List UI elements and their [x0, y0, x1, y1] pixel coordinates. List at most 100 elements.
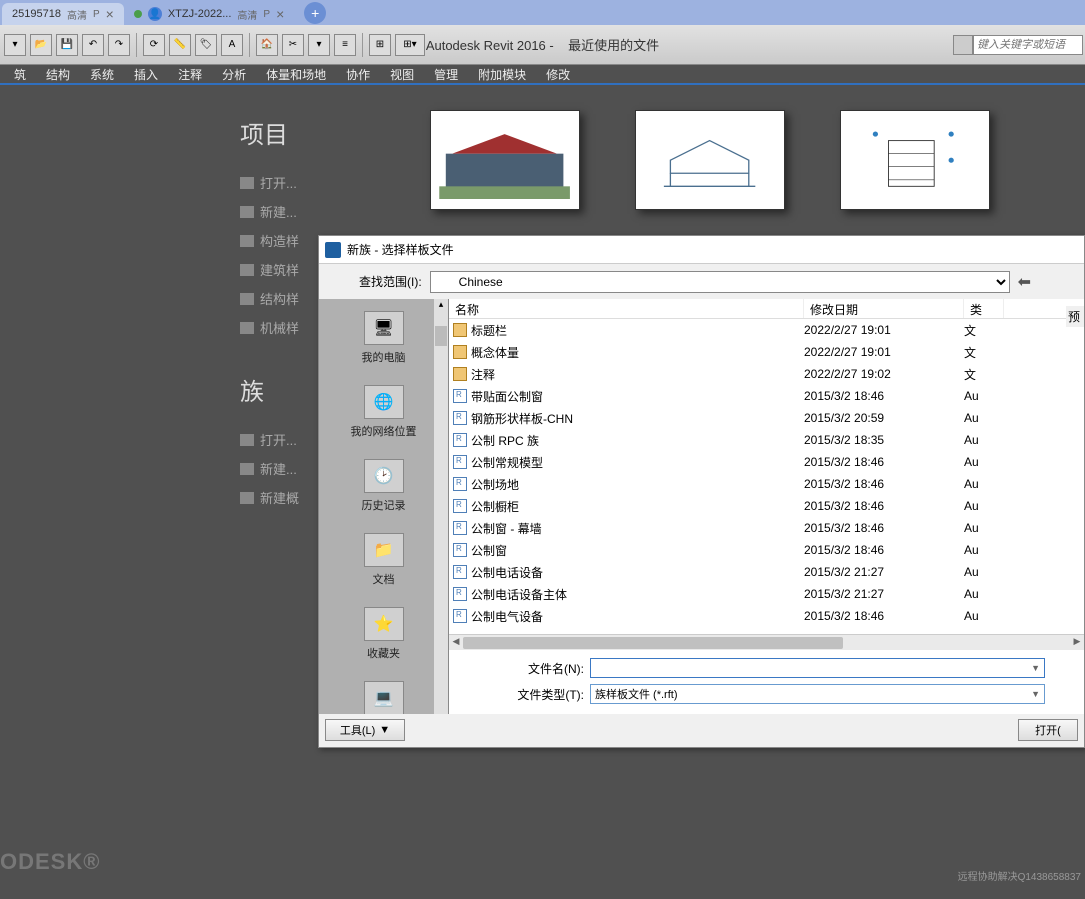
ribbon-tab[interactable]: 附加模块 [468, 64, 536, 85]
sidebar-desktop[interactable]: 💻桌面 [319, 669, 448, 714]
sidebar-favorites[interactable]: ⭐收藏夹 [319, 595, 448, 669]
browser-tab-1[interactable]: 25195718 高清 P × [2, 3, 124, 25]
column-name[interactable]: 名称 [449, 299, 804, 318]
network-icon: 🌐 [364, 385, 404, 419]
lookup-combo[interactable]: Chinese [430, 271, 1010, 293]
file-row[interactable]: 公制橱柜2015/3/2 18:46Au [449, 495, 1084, 517]
chevron-down-icon[interactable]: ▼ [1031, 663, 1040, 673]
back-icon[interactable]: ⬅ [1018, 272, 1038, 292]
file-row[interactable]: 公制常规模型2015/3/2 18:46Au [449, 451, 1084, 473]
tag-button[interactable]: 🏷 [195, 34, 217, 56]
sidebar-network[interactable]: 🌐我的网络位置 [319, 373, 448, 447]
tab-label: XTZJ-2022... [168, 8, 232, 20]
folder-icon: 📁 [364, 533, 404, 567]
thin-lines-button[interactable]: ≡ [334, 34, 356, 56]
browser-tab-2[interactable]: XTZJ-2022... 高清 P × [124, 3, 294, 25]
file-dialog: 新族 - 选择样板文件 查找范围(I): Chinese ⬅ 预 🖥我的电脑 🌐… [318, 235, 1085, 748]
column-type[interactable]: 类 [964, 299, 1004, 318]
3d-view-button[interactable]: 🏠 [256, 34, 278, 56]
file-icon [453, 609, 467, 623]
info-icon[interactable] [953, 35, 973, 55]
ribbon-tab[interactable]: 插入 [124, 64, 168, 85]
sidebar-my-computer[interactable]: 🖥我的电脑 [319, 299, 448, 373]
section-dropdown[interactable]: ▾ [308, 34, 330, 56]
sidebar-documents[interactable]: 📁文档 [319, 521, 448, 595]
file-row[interactable]: 公制电话设备2015/3/2 21:27Au [449, 561, 1084, 583]
tools-button[interactable]: 工具(L) ▼ [325, 719, 405, 741]
ribbon-tabs: 筑 结构 系统 插入 注释 分析 体量和场地 协作 视图 管理 附加模块 修改 [0, 65, 1085, 85]
doc-icon [240, 322, 254, 334]
open-button[interactable]: 打开( [1018, 719, 1078, 741]
file-rows: 标题栏2022/2/27 19:01文概念体量2022/2/27 19:01文注… [449, 319, 1084, 634]
ribbon-tab[interactable]: 视图 [380, 64, 424, 85]
recent-project-thumb[interactable] [635, 110, 785, 210]
file-row[interactable]: 注释2022/2/27 19:02文 [449, 363, 1084, 385]
open-button[interactable]: 📂 [30, 34, 52, 56]
file-row[interactable]: 标题栏2022/2/27 19:01文 [449, 319, 1084, 341]
ribbon-tab[interactable]: 结构 [36, 64, 80, 85]
sidebar-scrollbar[interactable]: ▴ [434, 299, 448, 714]
ribbon-tab[interactable]: 分析 [212, 64, 256, 85]
recent-thumbnails [430, 110, 990, 210]
doc-icon [240, 235, 254, 247]
measure-button[interactable]: 📏 [169, 34, 191, 56]
file-icon [453, 411, 467, 425]
filetype-label: 文件类型(T): [509, 686, 584, 703]
app-menu-button[interactable]: ▾ [4, 34, 26, 56]
doc-icon [240, 177, 254, 189]
recent-project-thumb[interactable] [840, 110, 990, 210]
file-row[interactable]: 公制场地2015/3/2 18:46Au [449, 473, 1084, 495]
ribbon-tab[interactable]: 筑 [4, 64, 36, 85]
file-row[interactable]: 公制电气设备2015/3/2 18:46Au [449, 605, 1084, 627]
history-icon: 🕑 [364, 459, 404, 493]
lookup-label: 查找范围(I): [359, 273, 422, 290]
file-row[interactable]: 公制窗 - 幕墙2015/3/2 18:46Au [449, 517, 1084, 539]
ribbon-tab[interactable]: 体量和场地 [256, 64, 336, 85]
new-tab-button[interactable]: + [304, 2, 326, 24]
search-input[interactable] [973, 35, 1083, 55]
file-row[interactable]: 公制电话设备主体2015/3/2 21:27Au [449, 583, 1084, 605]
sidebar-history[interactable]: 🕑历史记录 [319, 447, 448, 521]
file-icon [453, 455, 467, 469]
doc-icon [240, 492, 254, 504]
scroll-left-icon[interactable]: ◀ [449, 636, 463, 650]
file-list-header: 名称 修改日期 类 [449, 299, 1084, 319]
places-sidebar: 🖥我的电脑 🌐我的网络位置 🕑历史记录 📁文档 ⭐收藏夹 💻桌面 ▴ [319, 299, 449, 714]
switch-windows-button[interactable]: ⊞▾ [395, 34, 425, 56]
scrollbar-thumb[interactable] [463, 637, 843, 649]
file-row[interactable]: 公制 RPC 族2015/3/2 18:35Au [449, 429, 1084, 451]
save-button[interactable]: 💾 [56, 34, 78, 56]
sync-button[interactable]: ⟳ [143, 34, 165, 56]
text-button[interactable]: A [221, 34, 243, 56]
lookup-row: 查找范围(I): Chinese ⬅ [319, 264, 1084, 299]
redo-button[interactable]: ↷ [108, 34, 130, 56]
file-row[interactable]: 公制窗2015/3/2 18:46Au [449, 539, 1084, 561]
close-icon[interactable]: × [276, 6, 284, 22]
ribbon-tab[interactable]: 管理 [424, 64, 468, 85]
section-button[interactable]: ✂ [282, 34, 304, 56]
ribbon-tab[interactable]: 注释 [168, 64, 212, 85]
ribbon-tab[interactable]: 系统 [80, 64, 124, 85]
close-icon[interactable]: × [106, 6, 114, 22]
desktop-icon: 💻 [364, 681, 404, 714]
filename-input[interactable]: ▼ [590, 658, 1045, 678]
horizontal-scrollbar[interactable]: ◀ ▶ [449, 634, 1084, 650]
file-icon [453, 543, 467, 557]
revit-icon [325, 242, 341, 258]
chevron-down-icon[interactable]: ▼ [1031, 689, 1040, 699]
folder-icon [453, 345, 467, 359]
undo-button[interactable]: ↶ [82, 34, 104, 56]
recent-project-thumb[interactable] [430, 110, 580, 210]
column-date[interactable]: 修改日期 [804, 299, 964, 318]
scroll-right-icon[interactable]: ▶ [1070, 636, 1084, 650]
file-row[interactable]: 概念体量2022/2/27 19:01文 [449, 341, 1084, 363]
filetype-select[interactable]: 族样板文件 (*.rft)▼ [590, 684, 1045, 704]
ribbon-tab[interactable]: 协作 [336, 64, 380, 85]
close-hidden-button[interactable]: ⊞ [369, 34, 391, 56]
star-icon: ⭐ [364, 607, 404, 641]
file-row[interactable]: 带贴面公制窗2015/3/2 18:46Au [449, 385, 1084, 407]
tab-label: 25195718 [12, 8, 61, 20]
file-row[interactable]: 钢筋形状样板-CHN2015/3/2 20:59Au [449, 407, 1084, 429]
file-icon [453, 433, 467, 447]
ribbon-tab[interactable]: 修改 [536, 64, 580, 85]
